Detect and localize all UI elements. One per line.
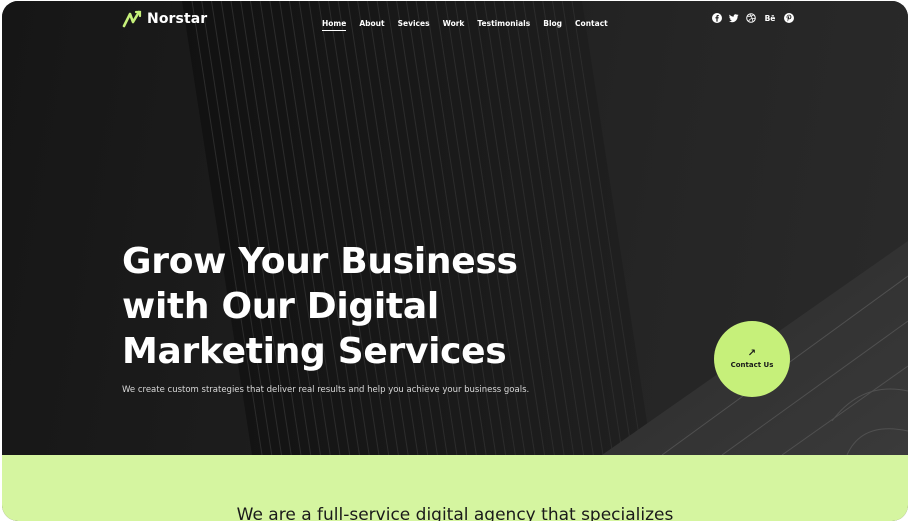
main-menu: Home About Sevices Work Testimonials Blo… <box>322 13 608 31</box>
social-links: Bē <box>712 13 794 23</box>
nav-home[interactable]: Home <box>322 19 347 31</box>
top-navigation: Norstar Home About Sevices Work Testimon… <box>2 1 908 37</box>
hero-headline: Grow Your Business with Our Digital Mark… <box>122 239 518 374</box>
nav-contact[interactable]: Contact <box>575 19 608 30</box>
headline-line-1: Grow Your Business <box>122 241 518 282</box>
page-frame: Norstar Home About Sevices Work Testimon… <box>2 1 908 521</box>
norstar-logo-icon <box>122 10 142 28</box>
contact-us-label: Contact Us <box>730 361 774 369</box>
nav-work[interactable]: Work <box>443 19 465 30</box>
behance-icon[interactable]: Bē <box>763 13 777 23</box>
twitter-icon[interactable] <box>729 13 739 23</box>
headline-line-3: Marketing Services <box>122 331 507 372</box>
nav-blog[interactable]: Blog <box>543 19 562 30</box>
headline-line-2: with Our Digital <box>122 286 439 327</box>
arrow-up-right-icon: ↗ <box>747 348 757 359</box>
nav-about[interactable]: About <box>359 19 384 30</box>
brand-logo[interactable]: Norstar <box>122 10 207 28</box>
intro-band: We are a full-service digital agency tha… <box>2 455 908 521</box>
dribbble-icon[interactable] <box>746 13 756 23</box>
nav-testimonials[interactable]: Testimonials <box>477 19 530 30</box>
pinterest-icon[interactable] <box>784 13 794 23</box>
intro-text: We are a full-service digital agency tha… <box>236 505 674 521</box>
contact-us-button[interactable]: ↗ Contact Us <box>714 321 790 397</box>
facebook-icon[interactable] <box>712 13 722 23</box>
brand-name: Norstar <box>147 11 208 27</box>
hero-section: Norstar Home About Sevices Work Testimon… <box>2 1 908 455</box>
hero-subtext: We create custom strategies that deliver… <box>122 385 530 395</box>
nav-services[interactable]: Sevices <box>398 19 430 30</box>
